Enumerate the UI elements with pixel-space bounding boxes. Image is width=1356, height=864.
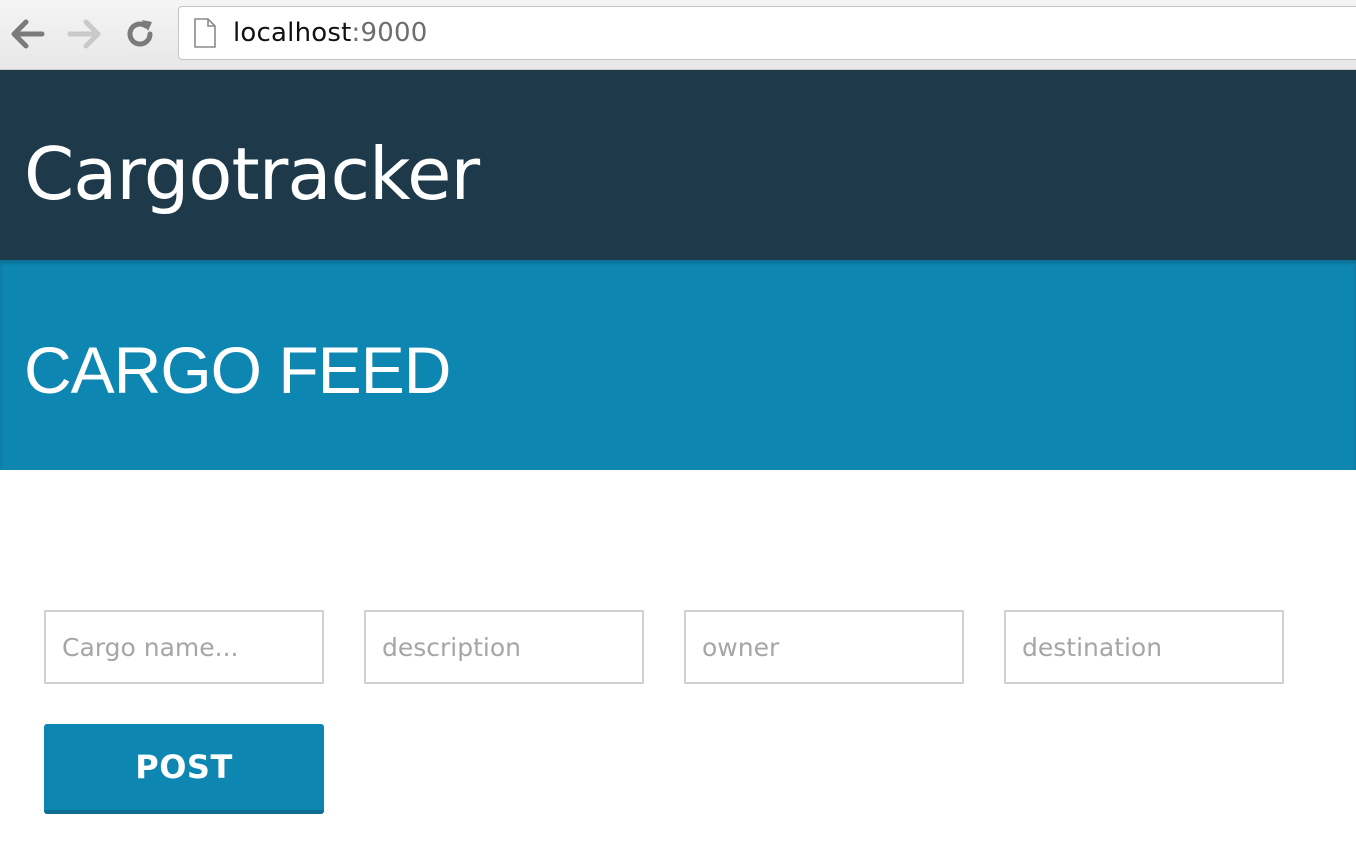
- arrow-left-icon: [11, 19, 45, 49]
- address-bar[interactable]: localhost:9000: [178, 6, 1356, 60]
- owner-input[interactable]: [684, 610, 964, 684]
- destination-input[interactable]: [1004, 610, 1284, 684]
- url-port: :9000: [351, 18, 428, 48]
- document-icon: [193, 18, 219, 48]
- section-title: CARGO FEED: [24, 333, 451, 407]
- section-header: CARGO FEED: [0, 260, 1356, 470]
- url-host: localhost: [233, 18, 352, 48]
- app-title: Cargotracker: [24, 132, 480, 216]
- arrow-right-icon: [67, 19, 101, 49]
- reload-button[interactable]: [120, 14, 160, 54]
- reload-icon: [127, 20, 153, 47]
- cargo-name-input[interactable]: [44, 610, 324, 684]
- app-header: Cargotracker: [0, 70, 1356, 260]
- description-input[interactable]: [364, 610, 644, 684]
- url-text: localhost:9000: [233, 18, 427, 48]
- forward-button[interactable]: [64, 14, 104, 54]
- back-button[interactable]: [8, 14, 48, 54]
- browser-toolbar: localhost:9000: [0, 0, 1356, 70]
- post-button[interactable]: POST: [44, 724, 324, 814]
